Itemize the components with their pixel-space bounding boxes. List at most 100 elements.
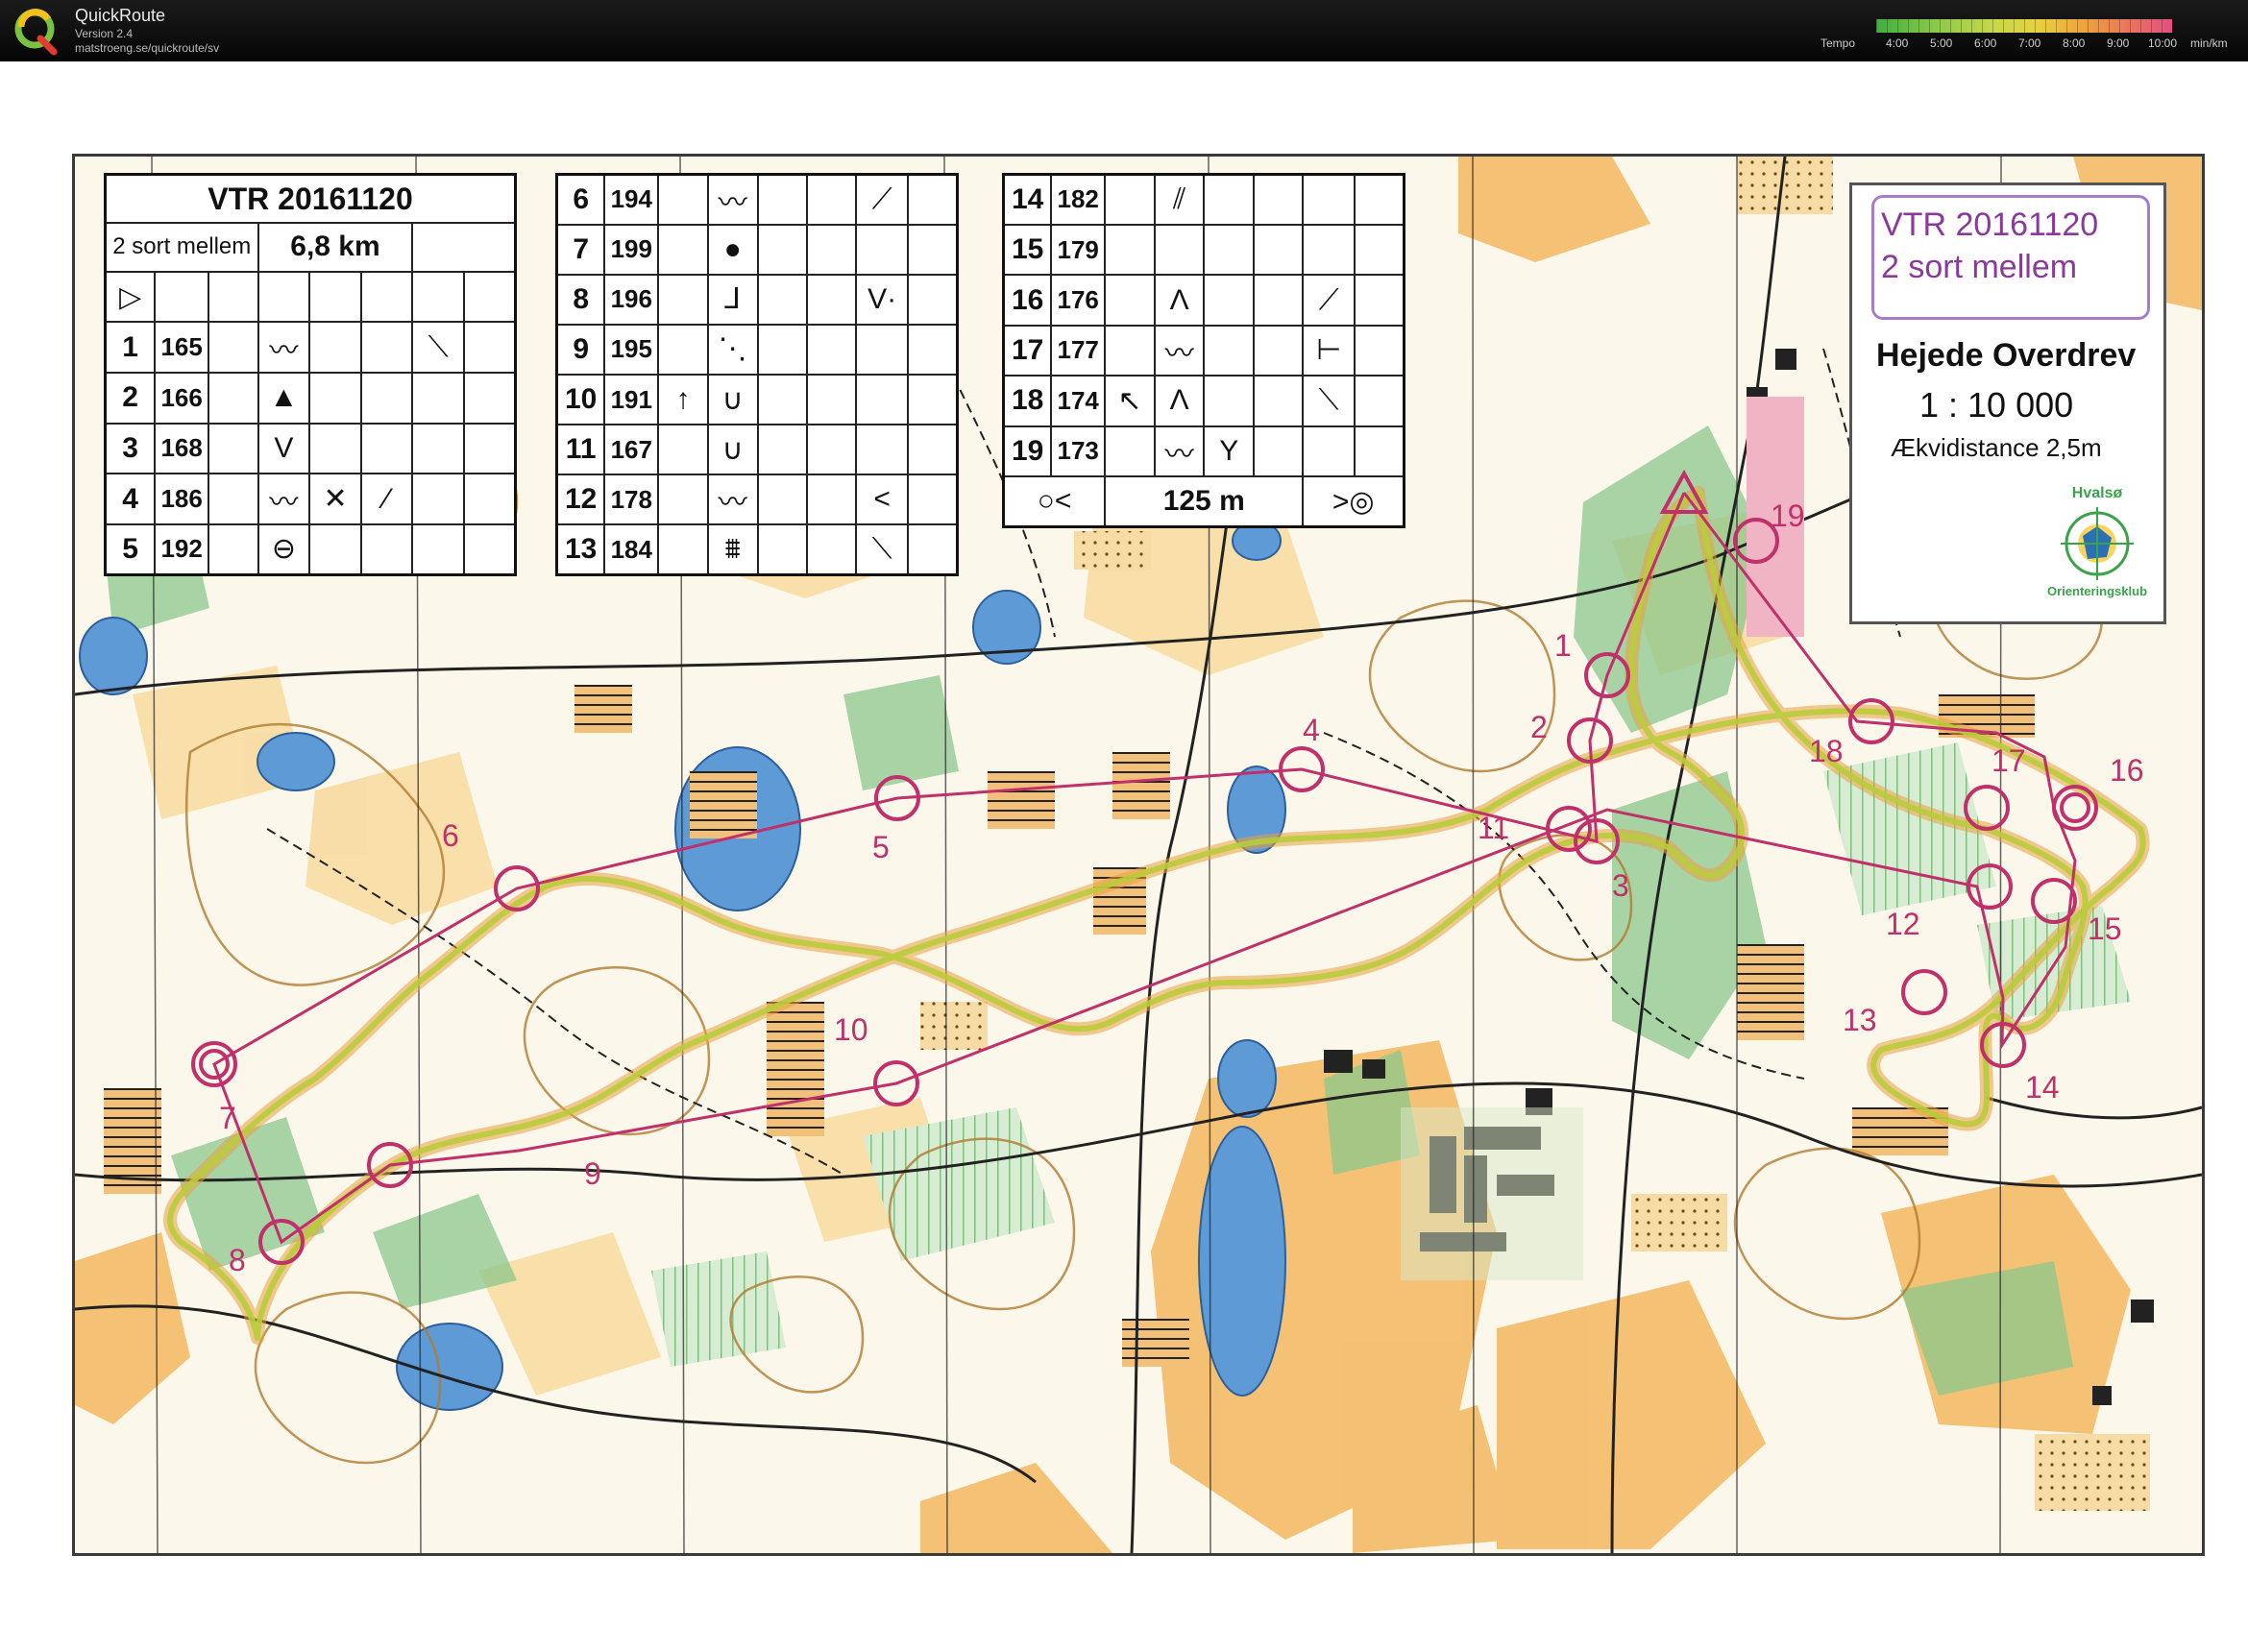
control-row: 2 166 ▲ — [104, 371, 517, 425]
control-label: 6 — [442, 818, 459, 853]
control-code: 177 — [1050, 324, 1107, 377]
control-code: 174 — [1050, 375, 1107, 427]
north-arrow-icon: ↑ — [657, 373, 709, 426]
earth-bank-icon: 〰 — [1153, 324, 1206, 377]
earth-bank-icon: 〰 — [257, 321, 311, 374]
control-code: 168 — [154, 422, 210, 475]
end-location-icon: ⟋ — [1302, 274, 1356, 327]
control-row: 13 184 ⩩ ⟍ — [555, 523, 959, 576]
boulder-icon: ▲ — [257, 371, 311, 425]
end-location-icon: ⟍ — [855, 523, 910, 576]
app-url[interactable]: matstroeng.se/quickroute/sv — [75, 41, 219, 55]
control-row: 10 191 ↑ ∪ — [555, 373, 959, 426]
reentrant-icon: V — [257, 422, 311, 475]
earth-bank-icon: 〰 — [1153, 425, 1206, 478]
tempo-label: Tempo — [1820, 36, 1856, 50]
control-number: 13 — [555, 523, 606, 576]
finish-row: ○< 125 m >◎ — [1002, 475, 1405, 528]
side-icon: < — [855, 474, 910, 526]
north-west-arrow-icon: ↖ — [1104, 375, 1156, 427]
control-label: 3 — [1612, 868, 1629, 903]
tempo-tick: 8:00 — [2063, 36, 2086, 50]
control-row: 9 195 ⋱ — [555, 323, 959, 377]
control-number: 18 — [1002, 375, 1053, 427]
earth-bank-icon: 〰 — [257, 473, 311, 525]
tempo-unit: min/km — [2190, 36, 2228, 50]
control-code: 184 — [603, 523, 660, 576]
control-label: 14 — [2025, 1070, 2060, 1105]
control-number: 3 — [104, 422, 157, 475]
control-code: 166 — [154, 371, 210, 425]
control-number: 12 — [555, 474, 606, 526]
end-location-icon: ⊢ — [1302, 324, 1356, 377]
control-code: 173 — [1050, 425, 1107, 478]
control-label: 17 — [1991, 743, 2026, 778]
control-code: 182 — [1050, 173, 1107, 226]
control-row: 16 176 Λ ⟋ — [1002, 274, 1405, 327]
control-code: 178 — [603, 474, 660, 526]
course-title: VTR 20161120 — [104, 173, 517, 225]
tempo-tick: 9:00 — [2107, 36, 2130, 50]
control-code: 176 — [1050, 274, 1107, 327]
control-code: 191 — [603, 373, 660, 426]
control-label: 13 — [1843, 1003, 1877, 1037]
club-name-bottom: Orienteringsklub — [2047, 584, 2147, 598]
finish-start-icon: ○< — [1002, 475, 1107, 528]
control-row: 6 194 〰 ⟋ — [555, 173, 959, 226]
map-title-box: VTR 20161120 2 sort mellem Hejede Overdr… — [1849, 182, 2166, 624]
control-number: 6 — [555, 173, 606, 226]
control-label: 19 — [1771, 498, 1805, 533]
control-label: 2 — [1530, 710, 1548, 744]
pit-icon: ∪ — [706, 373, 759, 426]
tempo-tick: 10:00 — [2148, 36, 2178, 50]
spur-icon: Λ — [1153, 375, 1206, 427]
map-area-name: Hejede Overdrev — [1876, 337, 2137, 374]
tempo-scale-ticks — [1876, 19, 2172, 33]
app-version: Version 2.4 — [75, 27, 134, 40]
control-number: 9 — [555, 323, 606, 377]
control-label: 12 — [1886, 907, 1920, 941]
control-label: 7 — [219, 1101, 236, 1135]
finish-distance: 125 m — [1104, 475, 1305, 528]
control-code: 186 — [154, 473, 210, 525]
map-scale: 1 : 10 000 — [1919, 385, 2074, 425]
earth-bank-icon: 〰 — [706, 474, 759, 526]
end-location-icon: ⟋ — [855, 173, 910, 226]
control-number: 4 — [104, 473, 157, 525]
control-label: 4 — [1303, 713, 1320, 747]
control-number: 15 — [1002, 223, 1053, 277]
control-row: 17 177 〰 ⊢ — [1002, 324, 1405, 377]
tempo-tick: 6:00 — [1974, 36, 1997, 50]
end-location-icon: ⟍ — [411, 321, 466, 374]
control-label: 9 — [584, 1156, 601, 1191]
control-number: 19 — [1002, 425, 1053, 478]
end-location-icon: ⟍ — [1302, 375, 1356, 427]
control-number: 1 — [104, 321, 157, 374]
spur-icon: Λ — [1153, 274, 1206, 327]
control-label: 1 — [1554, 628, 1572, 663]
course-length: 6,8 km — [257, 222, 414, 273]
control-label: 11 — [1478, 811, 1509, 845]
control-code: 179 — [1050, 223, 1107, 277]
app-header: QuickRoute Version 2.4 matstroeng.se/qui… — [0, 0, 2248, 61]
control-number: 10 — [555, 373, 606, 426]
control-number: 17 — [1002, 324, 1053, 377]
course-name: VTR 20161120 — [1881, 206, 2099, 243]
control-row: 14 182 ⫽ — [1002, 173, 1405, 226]
contour-interval: Ækvidistance 2,5m — [1891, 433, 2102, 462]
control-code: 195 — [603, 323, 660, 377]
control-row: 1 165 〰 ⟍ — [104, 321, 517, 374]
control-label: 18 — [1809, 734, 1844, 768]
junction-icon: ⫽ — [1153, 173, 1206, 226]
control-description-table-2: 6 194 〰 ⟋ 7 199 ● 8 196 ⅃ V· 9 195 ⋱ 10 … — [555, 173, 959, 576]
control-code: 167 — [603, 424, 660, 476]
control-code: 165 — [154, 321, 210, 374]
control-code: 196 — [603, 273, 660, 326]
finish-icon: >◎ — [1302, 475, 1405, 528]
course-class: 2 sort mellem — [104, 222, 259, 273]
control-label: 15 — [2088, 911, 2122, 946]
club-logo-icon: Hvalsø Orienteringsklub — [2047, 485, 2147, 598]
control-row: 12 178 〰 < — [555, 474, 959, 526]
control-label: 10 — [834, 1012, 868, 1047]
control-label: 8 — [229, 1243, 246, 1277]
